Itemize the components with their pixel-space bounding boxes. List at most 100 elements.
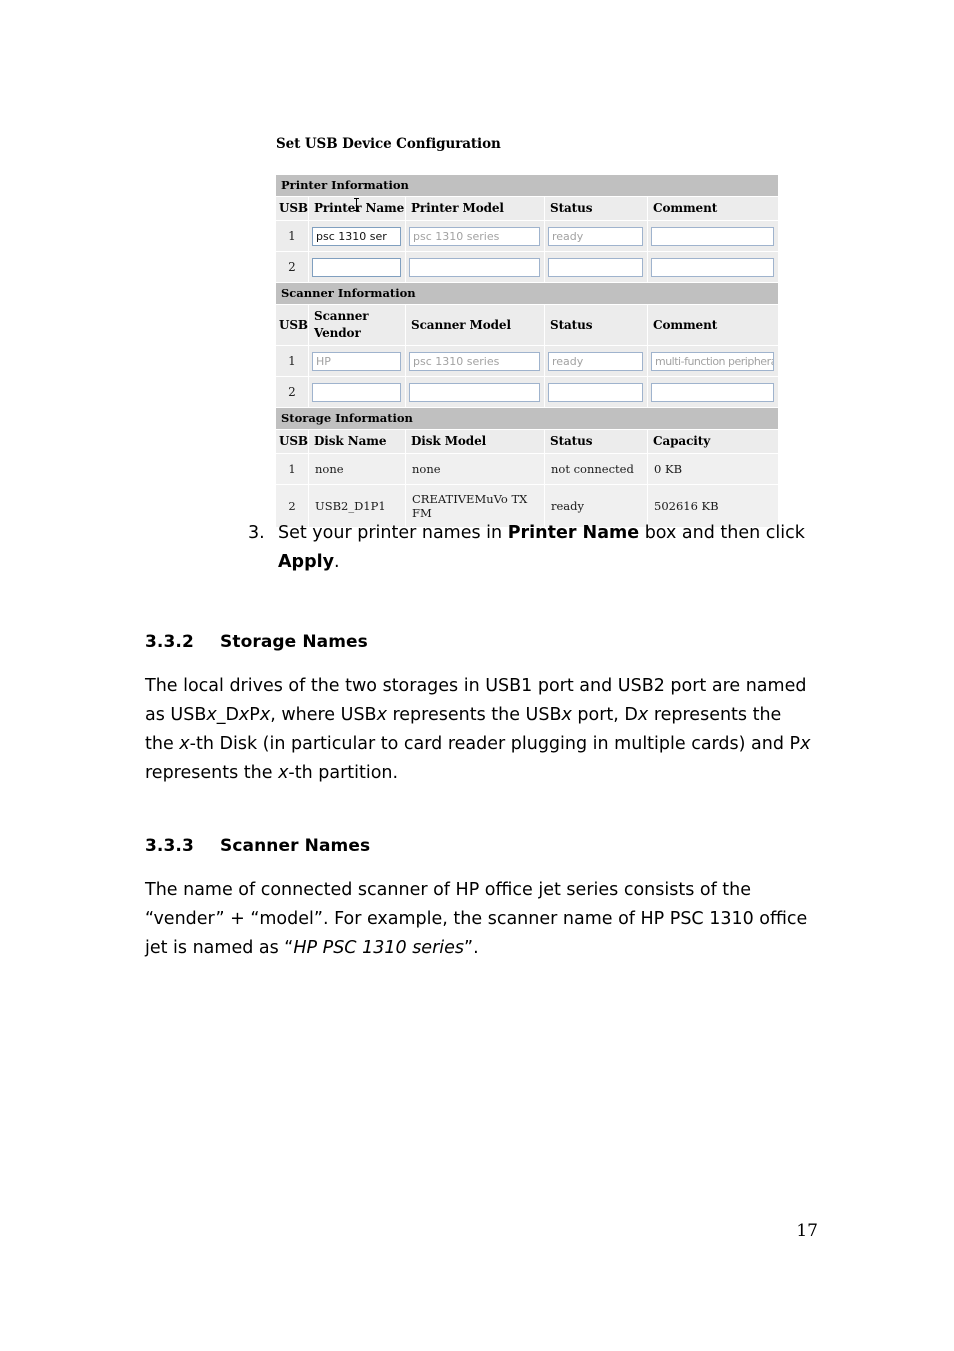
scanner-row-1: 1 HP psc 1310 series ready multi-functio… [275,345,780,377]
printer-name-input-2[interactable] [312,257,401,277]
step-3-bold-apply: Apply [278,552,335,572]
para-332-i8: x [800,734,811,754]
scanner-header-usb: USB [275,304,309,346]
paragraph-scanner-names: The name of connected scanner of HP offi… [145,876,813,963]
step-3-text: Set your printer names in Printer Name b… [278,519,813,577]
para-332-p6: port, D [571,705,638,725]
scanner-status-cell-2 [544,376,648,408]
para-332-i6: x [637,705,649,725]
printer-header-status: Status [544,196,648,221]
printer-model-cell-1: psc 1310 series [405,220,545,252]
para-332-p5: represents the USB [386,705,562,725]
printer-comment-cell-1 [646,220,780,252]
step-3-bold-printer-name: Printer Name [507,523,640,543]
printer-model-input-1[interactable]: psc 1310 series [409,226,540,246]
printer-status-input-1[interactable]: ready [548,226,643,246]
printer-name-cell-2 [308,251,406,283]
usb-config-table: Printer Information USB Printer Name Pri… [274,174,780,528]
scanner-vendor-input-2[interactable] [312,382,401,402]
scanner-header-model: Scanner Model [405,304,545,346]
heading-3-3-3: 3.3.3 Scanner Names [145,836,813,856]
storage-column-header-row: USB Disk Name Disk Model Status Capacity [275,429,780,454]
spacer-after-step [145,577,813,632]
para-332-p4: , where USB [270,705,377,725]
para-332-p10: -th partition. [288,763,399,783]
scanner-model-cell-2 [405,376,545,408]
printer-row-2: 2 [275,251,780,283]
storage-header-disk-name: Disk Name [308,429,406,454]
scanner-vendor-cell-1: HP [308,345,406,377]
step-3-number: 3. [248,523,265,543]
heading-3-3-2-number: 3.3.2 [145,632,194,652]
scanner-model-input-1[interactable]: psc 1310 series [409,351,540,371]
usb-device-configuration-screenshot: Set USB Device Configuration Printer Inf… [274,136,780,528]
page-number: 17 [796,1221,818,1241]
printer-comment-cell-2 [646,251,780,283]
printer-row-1: 1 psc 1310 ser psc 1310 series ready [275,220,780,252]
heading-3-3-2-title: Storage Names [220,632,368,652]
scanner-comment-input-2[interactable] [651,382,775,402]
para-332-i4: x [376,705,387,725]
step-3-text-after: . [334,552,340,572]
printer-section-header-row: Printer Information [274,174,780,197]
storage-usb-index-1: 1 [275,453,309,485]
storage-disk-model-1: none [405,453,545,485]
scanner-usb-index-2: 2 [275,376,309,408]
screenshot-title: Set USB Device Configuration [276,136,501,152]
storage-status-1: not connected [544,453,648,485]
heading-3-3-3-title: Scanner Names [220,836,371,856]
scanner-model-input-2[interactable] [409,382,540,402]
para-332-i3: x [259,705,271,725]
printer-name-cell-1: psc 1310 ser [308,220,406,252]
scanner-header-status: Status [544,304,648,346]
step-3-text-before: Set your printer names in [278,523,508,543]
para-332-i9: x [278,763,289,783]
printer-header-comment: Comment [646,196,780,221]
step-3: 3. Set your printer names in Printer Nam… [248,519,813,577]
printer-comment-input-2[interactable] [651,257,775,277]
scanner-header-vendor: Scanner Vendor [308,304,406,346]
heading-3-3-2: 3.3.2 Storage Names [145,632,813,652]
printer-usb-index-1: 1 [275,220,309,252]
printer-status-input-2[interactable] [548,257,643,277]
scanner-vendor-cell-2 [308,376,406,408]
storage-capacity-1: 0 KB [646,453,780,485]
scanner-comment-cell-2 [646,376,780,408]
scanner-header-comment: Comment [646,304,780,346]
para-333-i1: HP PSC 1310 series [293,938,465,958]
para-332-i2: x [238,705,250,725]
storage-disk-name-1: none [308,453,406,485]
paragraph-storage-names: The local drives of the two storages in … [145,672,813,788]
printer-model-cell-2 [405,251,545,283]
printer-model-input-2[interactable] [409,257,540,277]
printer-header-model: Printer Model [405,196,545,221]
printer-name-input-1[interactable]: psc 1310 ser [312,226,401,246]
document-body: 3. Set your printer names in Printer Nam… [145,519,813,963]
printer-section-label: Printer Information [274,174,780,197]
printer-comment-input-1[interactable] [651,226,775,246]
spacer-after-heading-332 [145,652,813,672]
printer-header-name: Printer Name [308,196,406,221]
scanner-section-header-row: Scanner Information [274,282,780,305]
scanner-section-label: Scanner Information [274,282,780,305]
scanner-status-input-2[interactable] [548,382,643,402]
scanner-vendor-input-1[interactable]: HP [312,351,401,371]
printer-status-cell-2 [544,251,648,283]
storage-header-disk-model: Disk Model [405,429,545,454]
heading-3-3-3-number: 3.3.3 [145,836,194,856]
scanner-usb-index-1: 1 [275,345,309,377]
para-332-i1: x [206,705,217,725]
para-332-p9: represents the [145,763,279,783]
spacer-before-heading-333 [145,788,813,836]
scanner-status-input-1[interactable]: ready [548,351,643,371]
para-332-p3: P [249,705,260,725]
storage-header-status: Status [544,429,648,454]
para-332-p8: -th Disk (in particular to card reader p… [189,734,801,754]
storage-section-label: Storage Information [274,407,780,430]
para-332-i7: x [179,734,190,754]
storage-section-header-row: Storage Information [274,407,780,430]
scanner-row-2: 2 [275,376,780,408]
para-332-p2: _D [216,705,239,725]
scanner-status-cell-1: ready [544,345,648,377]
scanner-comment-input-1[interactable]: multi-function peripheral [651,351,775,371]
